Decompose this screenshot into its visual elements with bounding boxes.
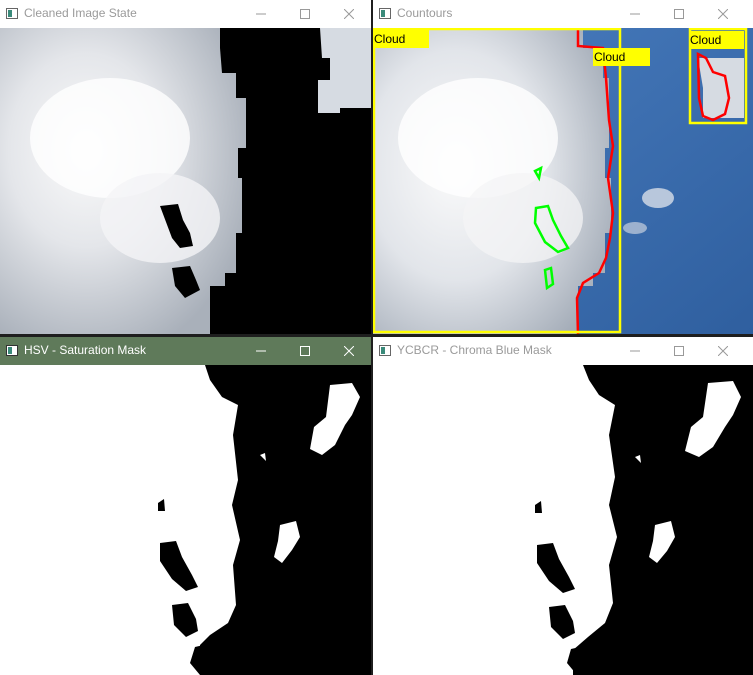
window-title: Cleaned Image State xyxy=(24,6,137,20)
cloud-label: Cloud xyxy=(593,48,650,66)
cloud-label: Cloud xyxy=(373,30,429,48)
maximize-icon xyxy=(300,346,310,356)
close-button[interactable] xyxy=(703,0,743,28)
cloud-image xyxy=(0,28,371,334)
contour-image xyxy=(373,28,753,334)
titlebar[interactable]: Cleaned Image State xyxy=(0,0,371,28)
app-icon xyxy=(379,8,391,19)
maximize-button[interactable] xyxy=(285,0,325,28)
app-icon xyxy=(379,345,391,356)
window-ycbcr-chroma-blue-mask: YCBCR - Chroma Blue Mask xyxy=(373,337,753,675)
close-icon xyxy=(344,9,354,19)
saturation-mask xyxy=(0,365,371,675)
window-cleaned-image-state: Cleaned Image State xyxy=(0,0,371,334)
maximize-button[interactable] xyxy=(659,0,699,28)
close-icon xyxy=(718,9,728,19)
mask-canvas xyxy=(0,365,371,675)
minimize-icon xyxy=(630,350,640,352)
minimize-icon xyxy=(630,13,640,15)
maximize-icon xyxy=(674,346,684,356)
maximize-icon xyxy=(300,9,310,19)
minimize-button[interactable] xyxy=(241,0,281,28)
chroma-blue-mask xyxy=(373,365,753,675)
window-hsv-saturation-mask: HSV - Saturation Mask xyxy=(0,337,371,675)
image-canvas: Cloud Cloud Cloud xyxy=(373,28,753,334)
window-countours: Countours Cloud Cloud Cloud xyxy=(373,0,753,334)
minimize-icon xyxy=(256,350,266,352)
titlebar[interactable]: YCBCR - Chroma Blue Mask xyxy=(373,337,753,365)
close-button[interactable] xyxy=(329,0,369,28)
close-button[interactable] xyxy=(703,337,743,365)
maximize-button[interactable] xyxy=(285,337,325,365)
close-button[interactable] xyxy=(329,337,369,365)
close-icon xyxy=(344,346,354,356)
close-icon xyxy=(718,346,728,356)
window-title: Countours xyxy=(397,6,453,20)
minimize-button[interactable] xyxy=(615,0,655,28)
image-canvas xyxy=(0,28,371,334)
window-title: YCBCR - Chroma Blue Mask xyxy=(397,343,552,357)
maximize-button[interactable] xyxy=(659,337,699,365)
minimize-button[interactable] xyxy=(241,337,281,365)
cloud-label: Cloud xyxy=(689,31,744,49)
window-title: HSV - Saturation Mask xyxy=(24,343,147,357)
app-icon xyxy=(6,8,18,19)
app-icon xyxy=(6,345,18,356)
minimize-button[interactable] xyxy=(615,337,655,365)
mask-canvas xyxy=(373,365,753,675)
titlebar[interactable]: HSV - Saturation Mask xyxy=(0,337,371,365)
titlebar[interactable]: Countours xyxy=(373,0,753,28)
minimize-icon xyxy=(256,13,266,15)
maximize-icon xyxy=(674,9,684,19)
